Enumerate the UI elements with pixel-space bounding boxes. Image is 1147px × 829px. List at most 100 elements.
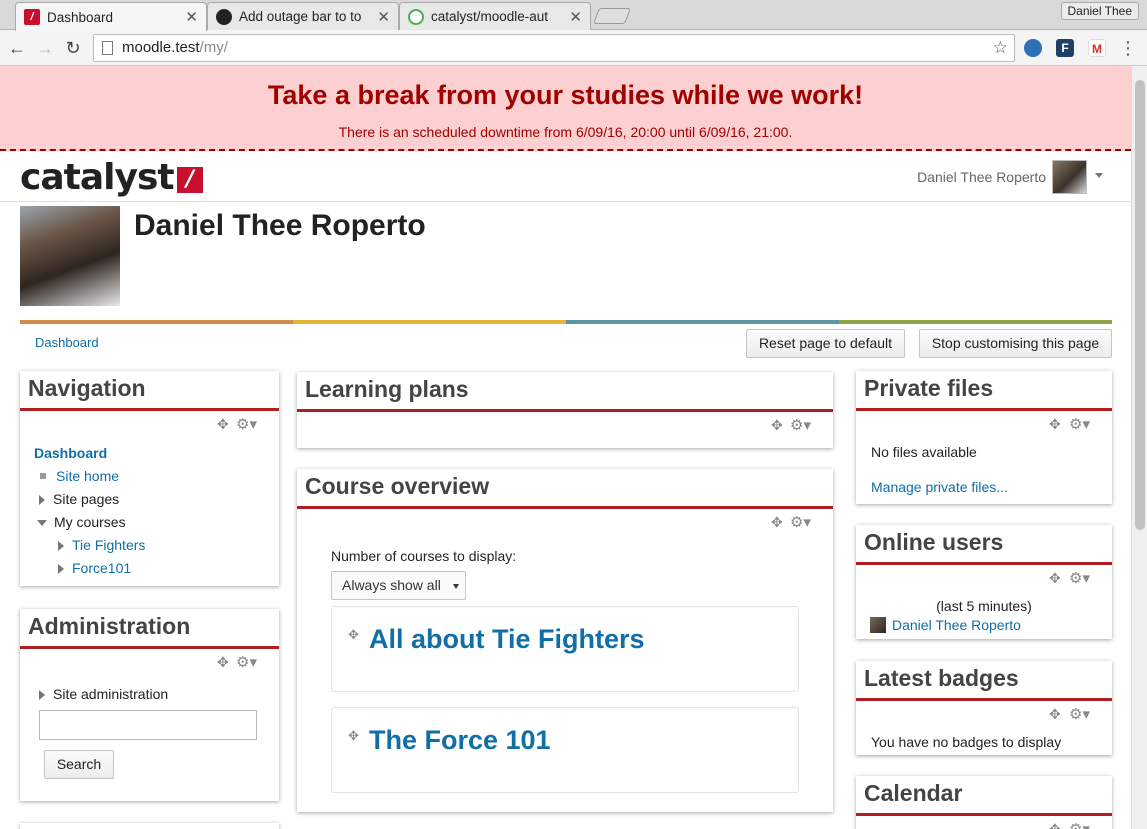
block-title: Latest badges: [856, 661, 1112, 701]
private-files-block: Private files ✥ ⚙▾ No files available Ma…: [856, 371, 1112, 504]
reset-page-button[interactable]: Reset page to default: [746, 329, 905, 358]
globe-extension-icon[interactable]: [1024, 39, 1042, 57]
scrollbar-thumb[interactable]: [1135, 80, 1145, 530]
gear-icon[interactable]: ⚙▾: [236, 415, 257, 433]
block-title: Navigation: [20, 371, 279, 411]
block-controls: ✥ ⚙▾: [297, 412, 833, 438]
no-files-text: No files available: [871, 444, 977, 460]
block-title: Calendar: [856, 776, 1112, 816]
nav-course-force101[interactable]: Force101: [34, 557, 279, 580]
block-controls: ✥ ⚙▾: [856, 816, 1112, 829]
expand-icon: [58, 541, 64, 551]
expand-icon: [58, 564, 64, 574]
close-tab-icon[interactable]: ✕: [377, 8, 390, 26]
course-overview-block: Course overview ✥ ⚙▾ Number of courses t…: [297, 469, 833, 812]
course-link[interactable]: All about Tie Fighters: [369, 624, 645, 655]
block-controls: ✥ ⚙▾: [856, 701, 1112, 727]
stop-customising-button[interactable]: Stop customising this page: [919, 329, 1112, 358]
gear-icon[interactable]: ⚙▾: [1069, 820, 1090, 829]
move-icon[interactable]: ✥: [348, 627, 359, 643]
site-administration-item[interactable]: Site administration: [39, 686, 168, 702]
course-item: ✥ The Force 101: [331, 707, 799, 793]
page-icon: [102, 41, 113, 55]
tab-dashboard[interactable]: / Dashboard ✕: [15, 2, 207, 31]
moodle-favicon-icon: /: [24, 9, 40, 25]
profile-picture: [20, 206, 120, 306]
feedly-extension-icon[interactable]: F: [1056, 39, 1074, 57]
expand-icon: [39, 690, 45, 700]
outage-bar: Take a break from your studies while we …: [0, 66, 1131, 151]
nav-dashboard[interactable]: Dashboard: [34, 442, 279, 465]
calendar-block: Calendar ✥ ⚙▾: [856, 776, 1112, 829]
online-users-block: Online users ✥ ⚙▾ (last 5 minutes) Danie…: [856, 525, 1112, 639]
new-tab-button[interactable]: [593, 8, 631, 24]
bookmark-star-icon[interactable]: ☆: [993, 35, 1008, 61]
move-icon[interactable]: ✥: [1049, 416, 1061, 433]
block-controls: ✥ ⚙▾: [297, 509, 833, 535]
tab-title: catalyst/moodle-aut: [431, 9, 549, 24]
github-favicon-icon: [216, 8, 232, 25]
reload-icon[interactable]: ↻: [62, 37, 84, 59]
manage-private-files-link[interactable]: Manage private files...: [871, 479, 1008, 495]
forward-arrow-icon[interactable]: →: [34, 37, 56, 59]
page-scrollbar[interactable]: [1131, 66, 1147, 829]
course-link[interactable]: The Force 101: [369, 725, 551, 756]
gear-icon[interactable]: ⚙▾: [790, 513, 811, 531]
close-tab-icon[interactable]: ✕: [185, 8, 198, 26]
catalyst-logo-icon: /: [176, 167, 203, 193]
tab-title: Add outage bar to to: [239, 9, 362, 24]
move-icon[interactable]: ✥: [771, 514, 783, 531]
tab-ci[interactable]: catalyst/moodle-aut ✕: [399, 2, 591, 30]
move-icon[interactable]: ✥: [771, 417, 783, 434]
url-host: moodle.test: [122, 39, 200, 56]
tab-github[interactable]: Add outage bar to to ✕: [207, 2, 399, 30]
gear-icon[interactable]: ⚙▾: [1069, 569, 1090, 587]
courses-display-select[interactable]: Always show all: [331, 571, 466, 600]
user-avatar[interactable]: [1052, 160, 1087, 194]
tab-title: Dashboard: [47, 9, 114, 25]
nav-my-courses[interactable]: My courses: [34, 511, 279, 534]
gear-icon[interactable]: ⚙▾: [1069, 415, 1090, 433]
nav-site-pages[interactable]: Site pages: [34, 488, 279, 511]
move-icon[interactable]: ✥: [217, 654, 229, 671]
collapse-icon: [37, 520, 47, 526]
gmail-extension-icon[interactable]: M: [1088, 39, 1106, 57]
move-icon[interactable]: ✥: [217, 416, 229, 433]
url-path: /my/: [199, 39, 228, 56]
move-icon[interactable]: ✥: [1049, 706, 1061, 723]
user-menu-name[interactable]: Daniel Thee Roperto: [917, 169, 1046, 185]
gear-icon[interactable]: ⚙▾: [1069, 705, 1090, 723]
move-icon[interactable]: ✥: [1049, 821, 1061, 829]
online-user-link[interactable]: Daniel Thee Roperto: [892, 617, 1021, 633]
site-header: catalyst / Daniel Thee Roperto: [0, 151, 1131, 202]
browser-toolbar: ← → ↻ moodle.test/my/ ☆ F M ⋮: [0, 30, 1147, 66]
page-title: Daniel Thee Roperto: [134, 209, 426, 242]
gear-icon[interactable]: ⚙▾: [236, 653, 257, 671]
browser-profile-button[interactable]: Daniel Thee: [1060, 2, 1139, 20]
browser-menu-icon[interactable]: ⋮: [1119, 38, 1137, 58]
navigation-tree: Dashboard Site home Site pages My course…: [20, 437, 279, 580]
move-icon[interactable]: ✥: [348, 728, 359, 744]
block-title: Course overview: [297, 469, 833, 509]
address-bar[interactable]: moodle.test/my/ ☆: [93, 34, 1015, 62]
search-button[interactable]: Search: [44, 750, 114, 779]
close-tab-icon[interactable]: ✕: [569, 8, 582, 26]
nav-course-tie-fighters[interactable]: Tie Fighters: [34, 534, 279, 557]
site-logo[interactable]: catalyst /: [20, 157, 203, 198]
chevron-down-icon[interactable]: [1095, 173, 1103, 178]
course-item: ✥ All about Tie Fighters: [331, 606, 799, 692]
latest-badges-block: Latest badges ✥ ⚙▾ You have no badges to…: [856, 661, 1112, 755]
navigation-block: Navigation ✥ ⚙▾ Dashboard Site home Site…: [20, 371, 279, 586]
courses-display-label: Number of courses to display:: [331, 548, 517, 564]
ci-favicon-icon: [408, 8, 424, 25]
gear-icon[interactable]: ⚙▾: [790, 416, 811, 434]
nav-site-home[interactable]: Site home: [34, 465, 279, 488]
block-title: Private files: [856, 371, 1112, 411]
block-controls: ✥ ⚙▾: [856, 565, 1112, 591]
outage-message: There is an scheduled downtime from 6/09…: [338, 124, 793, 140]
admin-search-input[interactable]: [39, 710, 257, 740]
breadcrumb[interactable]: Dashboard: [35, 335, 99, 350]
move-icon[interactable]: ✥: [1049, 570, 1061, 587]
back-arrow-icon[interactable]: ←: [6, 37, 28, 59]
no-badges-text: You have no badges to display: [871, 734, 1062, 750]
